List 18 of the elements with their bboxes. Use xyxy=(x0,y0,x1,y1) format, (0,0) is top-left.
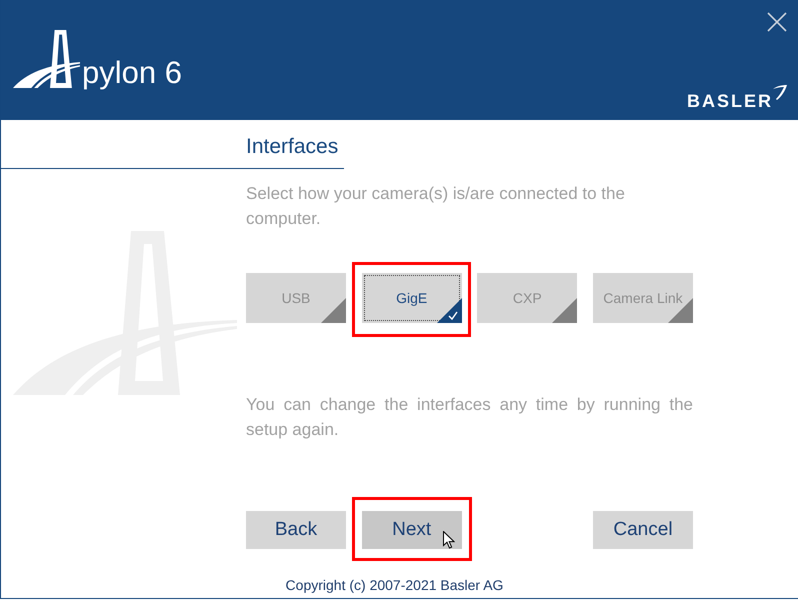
close-icon xyxy=(767,12,787,32)
interface-option[interactable]: GigE xyxy=(362,273,462,323)
description-text: Select how your camera(s) is/are connected to the computer. xyxy=(246,183,626,230)
corner-triangle-icon xyxy=(321,298,346,323)
page-title: Interfaces xyxy=(246,134,338,160)
copyright-text: Copyright (c) 2007-2021 Basler AG xyxy=(286,577,504,593)
cursor-icon xyxy=(442,531,455,549)
cancel-button[interactable]: Cancel xyxy=(592,511,693,549)
note-text: You can change the interfaces any time by running the setup again. xyxy=(246,394,693,441)
close-button[interactable] xyxy=(767,12,787,32)
swoosh-icon xyxy=(773,85,787,100)
brand-name: BASLER xyxy=(686,92,773,110)
corner-triangle-icon xyxy=(552,298,578,323)
product-name: pylon 6 xyxy=(82,57,182,88)
next-button[interactable]: Next xyxy=(362,511,462,549)
back-button[interactable]: Back xyxy=(246,511,346,549)
check-corner-icon xyxy=(436,298,462,323)
bridge-logo-icon xyxy=(13,30,80,88)
